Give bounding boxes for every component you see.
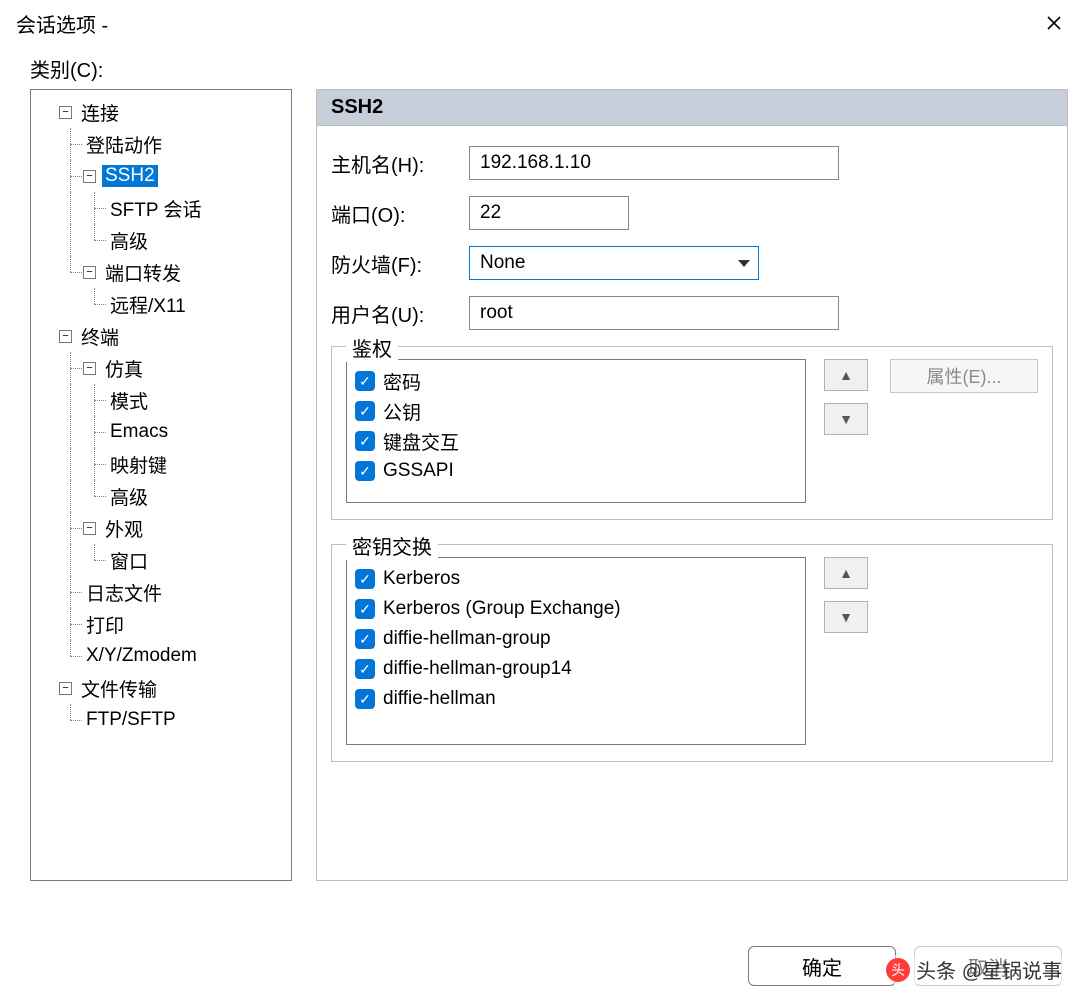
port-label: 端口(O): bbox=[331, 199, 469, 228]
triangle-up-icon: ▲ bbox=[839, 565, 853, 581]
firewall-label: 防火墙(F): bbox=[331, 249, 469, 278]
expander-icon[interactable]: − bbox=[83, 362, 96, 375]
ok-button[interactable]: 确定 bbox=[748, 946, 896, 986]
checkbox-checked-icon[interactable]: ✓ bbox=[355, 401, 375, 421]
tree-item-sftp-session[interactable]: SFTP 会话 bbox=[107, 195, 205, 222]
auth-item[interactable]: ✓键盘交互 bbox=[355, 426, 797, 456]
auth-item[interactable]: ✓GSSAPI bbox=[355, 456, 797, 486]
cancel-button[interactable]: 取消 bbox=[914, 946, 1062, 986]
firewall-select[interactable]: None bbox=[469, 246, 759, 280]
kex-item[interactable]: ✓Kerberos (Group Exchange) bbox=[355, 594, 797, 624]
move-down-button[interactable]: ▼ bbox=[824, 601, 868, 633]
checkbox-checked-icon[interactable]: ✓ bbox=[355, 431, 375, 451]
tree-item-terminal[interactable]: 终端 bbox=[78, 323, 122, 350]
tree-item-appearance[interactable]: 外观 bbox=[102, 515, 146, 542]
tree-item-window[interactable]: 窗口 bbox=[107, 547, 151, 574]
checkbox-checked-icon[interactable]: ✓ bbox=[355, 689, 375, 709]
tree-item-advanced[interactable]: 高级 bbox=[107, 227, 151, 254]
tree-item-emulation[interactable]: 仿真 bbox=[102, 355, 146, 382]
kex-item[interactable]: ✓diffie-hellman-group14 bbox=[355, 654, 797, 684]
auth-item[interactable]: ✓公钥 bbox=[355, 396, 797, 426]
auth-legend: 鉴权 bbox=[346, 333, 398, 362]
properties-button: 属性(E)... bbox=[890, 359, 1038, 393]
tree-item-port-forward[interactable]: 端口转发 bbox=[102, 259, 184, 286]
tree-item-mapped-keys[interactable]: 映射键 bbox=[107, 451, 170, 478]
auth-item[interactable]: ✓密码 bbox=[355, 366, 797, 396]
kex-item[interactable]: ✓Kerberos bbox=[355, 564, 797, 594]
username-input[interactable] bbox=[469, 296, 839, 330]
port-input[interactable] bbox=[469, 196, 629, 230]
tree-item-printing[interactable]: 打印 bbox=[83, 611, 127, 638]
close-button[interactable] bbox=[1036, 9, 1072, 37]
auth-listbox[interactable]: ✓密码 ✓公钥 ✓键盘交互 ✓GSSAPI bbox=[346, 359, 806, 503]
kex-listbox[interactable]: ✓Kerberos ✓Kerberos (Group Exchange) ✓di… bbox=[346, 557, 806, 745]
category-tree[interactable]: − 连接 登陆动作 − SSH2 bbox=[30, 89, 292, 881]
move-up-button[interactable]: ▲ bbox=[824, 359, 868, 391]
checkbox-checked-icon[interactable]: ✓ bbox=[355, 371, 375, 391]
kex-fieldset: 密钥交换 ✓Kerberos ✓Kerberos (Group Exchange… bbox=[331, 544, 1053, 762]
firewall-value: None bbox=[480, 252, 525, 274]
expander-icon[interactable]: − bbox=[83, 266, 96, 279]
expander-icon[interactable]: − bbox=[59, 106, 72, 119]
tree-item-emacs[interactable]: Emacs bbox=[107, 421, 171, 443]
settings-panel: SSH2 主机名(H): 端口(O): 防火墙(F): None bbox=[316, 89, 1068, 881]
host-label: 主机名(H): bbox=[331, 149, 469, 178]
checkbox-checked-icon[interactable]: ✓ bbox=[355, 629, 375, 649]
username-label: 用户名(U): bbox=[331, 299, 469, 328]
tree-item-ssh2[interactable]: SSH2 bbox=[102, 165, 158, 187]
window-title: 会话选项 - bbox=[16, 9, 108, 38]
kex-legend: 密钥交换 bbox=[346, 531, 438, 560]
expander-icon[interactable]: − bbox=[83, 522, 96, 535]
panel-title: SSH2 bbox=[317, 90, 1067, 126]
move-up-button[interactable]: ▲ bbox=[824, 557, 868, 589]
triangle-down-icon: ▼ bbox=[839, 411, 853, 427]
close-icon bbox=[1046, 15, 1062, 31]
chevron-down-icon bbox=[738, 260, 750, 267]
triangle-down-icon: ▼ bbox=[839, 609, 853, 625]
auth-fieldset: 鉴权 ✓密码 ✓公钥 ✓键盘交互 ✓GSSAPI ▲ ▼ 属性(E)... bbox=[331, 346, 1053, 520]
tree-item-ftp-sftp[interactable]: FTP/SFTP bbox=[83, 709, 179, 731]
tree-item-xyzmodem[interactable]: X/Y/Zmodem bbox=[83, 645, 200, 667]
tree-item-modes[interactable]: 模式 bbox=[107, 387, 151, 414]
category-label: 类别(C): bbox=[30, 54, 1068, 83]
expander-icon[interactable]: − bbox=[59, 682, 72, 695]
expander-icon[interactable]: − bbox=[83, 170, 96, 183]
kex-item[interactable]: ✓diffie-hellman-group bbox=[355, 624, 797, 654]
tree-item-advanced2[interactable]: 高级 bbox=[107, 483, 151, 510]
tree-item-login-actions[interactable]: 登陆动作 bbox=[83, 131, 165, 158]
tree-item-log-file[interactable]: 日志文件 bbox=[83, 579, 165, 606]
checkbox-checked-icon[interactable]: ✓ bbox=[355, 461, 375, 481]
triangle-up-icon: ▲ bbox=[839, 367, 853, 383]
checkbox-checked-icon[interactable]: ✓ bbox=[355, 599, 375, 619]
checkbox-checked-icon[interactable]: ✓ bbox=[355, 569, 375, 589]
checkbox-checked-icon[interactable]: ✓ bbox=[355, 659, 375, 679]
kex-item[interactable]: ✓diffie-hellman bbox=[355, 684, 797, 714]
tree-item-remote-x11[interactable]: 远程/X11 bbox=[107, 291, 189, 318]
tree-item-connection[interactable]: 连接 bbox=[78, 99, 122, 126]
move-down-button[interactable]: ▼ bbox=[824, 403, 868, 435]
host-input[interactable] bbox=[469, 146, 839, 180]
expander-icon[interactable]: − bbox=[59, 330, 72, 343]
tree-item-file-transfer[interactable]: 文件传输 bbox=[78, 675, 160, 702]
